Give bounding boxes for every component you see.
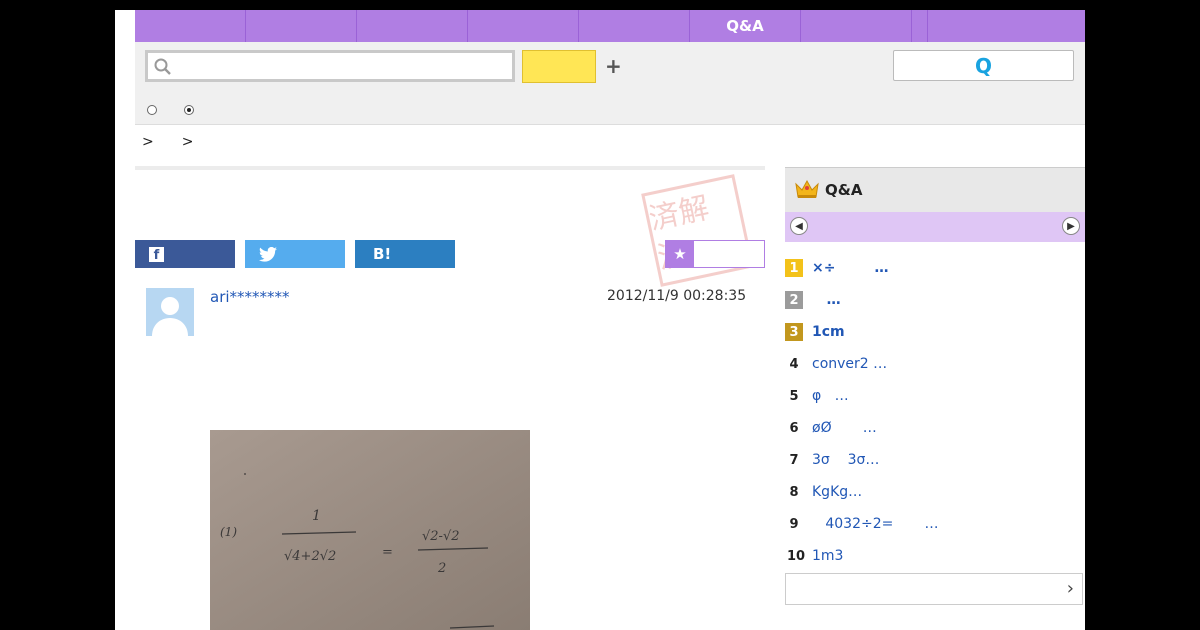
rank-badge: 1 [785, 259, 803, 277]
search-icon [154, 58, 171, 75]
ranking-link[interactable]: 1cm [812, 324, 845, 340]
sidebar-carousel-bar: ◀ ▶ [785, 212, 1085, 242]
math-label-1: (1) [220, 525, 237, 539]
sidebar-header: Q&A [785, 167, 1085, 212]
ranking-link[interactable]: 3σ 3σ… [812, 452, 879, 468]
favorite-button[interactable]: ★ [665, 240, 765, 268]
search-box [145, 50, 515, 82]
ranking-link[interactable]: 1m3 [812, 548, 843, 564]
page: Q&A + Q > > 済解決 f B! ★ ari******** 2012/… [115, 10, 1085, 630]
ranking-item-5[interactable]: 5 φ … [785, 385, 1085, 407]
ranking-item-4[interactable]: 4 conver2 … [785, 353, 1085, 375]
carousel-prev-icon[interactable]: ◀ [790, 217, 808, 235]
user-silhouette-icon [146, 288, 194, 336]
nav-item-3[interactable] [357, 10, 468, 42]
rank-badge: 8 [789, 484, 799, 500]
hatena-bookmark-icon: B! [373, 245, 392, 263]
ranking-item-9[interactable]: 9 4032÷2= … [785, 513, 1085, 535]
twitter-share-button[interactable] [245, 240, 345, 268]
ranking-item-1[interactable]: 1 ×÷ … [785, 257, 1085, 279]
sidebar-title: Q&A [825, 181, 863, 199]
nav-item-2[interactable] [246, 10, 357, 42]
ranking-link[interactable]: 4032÷2= … [812, 516, 938, 532]
ranking-link[interactable]: øØ … [812, 420, 877, 436]
search-input[interactable] [178, 56, 502, 80]
facebook-icon: f [149, 246, 164, 263]
facebook-share-button[interactable]: f [135, 240, 235, 268]
ranking-link[interactable]: KgKg… [812, 484, 862, 500]
nav-item-7[interactable] [801, 10, 912, 42]
nav-item-qa[interactable]: Q&A [690, 10, 801, 42]
nav-item-5[interactable] [579, 10, 690, 42]
breadcrumb: > > [142, 134, 221, 150]
avatar[interactable] [146, 288, 194, 336]
rank-badge: 6 [789, 420, 799, 436]
rank-badge: 10 [786, 548, 806, 564]
ranking-link[interactable]: ×÷ … [812, 260, 888, 276]
math-numerator: 1 [312, 508, 321, 524]
divider [135, 166, 765, 170]
attached-photo[interactable]: (1) 1 √4+2√2 = √2-√2 2 [210, 430, 530, 630]
ranking-link[interactable]: φ … [812, 388, 849, 404]
plus-icon[interactable]: + [605, 54, 622, 78]
ranking-link[interactable]: … [812, 292, 841, 308]
handwritten-math-photo: (1) 1 √4+2√2 = √2-√2 2 [210, 430, 530, 630]
search-scope-radio-1[interactable] [147, 105, 157, 115]
nav-item-4[interactable] [468, 10, 579, 42]
star-icon: ★ [666, 241, 694, 267]
breadcrumb-separator: > [142, 134, 154, 150]
ranking-item-10[interactable]: 10 1m3 [785, 545, 1085, 567]
rank-badge: 3 [785, 323, 803, 341]
twitter-bird-icon [259, 246, 277, 262]
crown-icon [795, 179, 819, 198]
rank-badge: 5 [789, 388, 799, 404]
ranking-more-link[interactable]: › [785, 573, 1083, 605]
math-equals: = [382, 545, 393, 560]
math-result-denominator: 2 [437, 561, 446, 576]
carousel-next-icon[interactable]: ▶ [1062, 217, 1080, 235]
ranking-item-8[interactable]: 8 KgKg… [785, 481, 1085, 503]
solved-stamp: 済解決 [641, 174, 754, 287]
search-area: + Q [135, 42, 1085, 125]
question-timestamp: 2012/11/9 00:28:35 [607, 288, 747, 304]
nav-item-9[interactable] [928, 10, 1078, 42]
ranking-item-3[interactable]: 3 1cm [785, 321, 1085, 343]
breadcrumb-separator: > [181, 134, 194, 150]
rank-badge: 9 [789, 516, 799, 532]
search-scope-radio-2[interactable] [184, 105, 194, 115]
chevron-right-icon: › [1066, 578, 1074, 599]
rank-badge: 4 [789, 356, 799, 372]
math-result-numerator: √2-√2 [422, 529, 460, 544]
nav-item-1[interactable] [135, 10, 246, 42]
ask-question-button[interactable]: Q [893, 50, 1074, 81]
ranking-item-2[interactable]: 2 … [785, 289, 1085, 311]
ranking-item-7[interactable]: 7 3σ 3σ… [785, 449, 1085, 471]
ranking-item-6[interactable]: 6 øØ … [785, 417, 1085, 439]
rank-badge: 7 [789, 452, 799, 468]
math-denominator: √4+2√2 [284, 549, 336, 564]
question-username[interactable]: ari******** [210, 288, 290, 306]
rank-badge: 2 [785, 291, 803, 309]
ranking-link[interactable]: conver2 … [812, 356, 887, 372]
nav-item-8[interactable] [912, 10, 928, 42]
search-button[interactable] [522, 50, 596, 83]
top-nav: Q&A [135, 10, 1085, 42]
hatena-bookmark-button[interactable]: B! [355, 240, 455, 268]
math-dot [244, 473, 246, 475]
